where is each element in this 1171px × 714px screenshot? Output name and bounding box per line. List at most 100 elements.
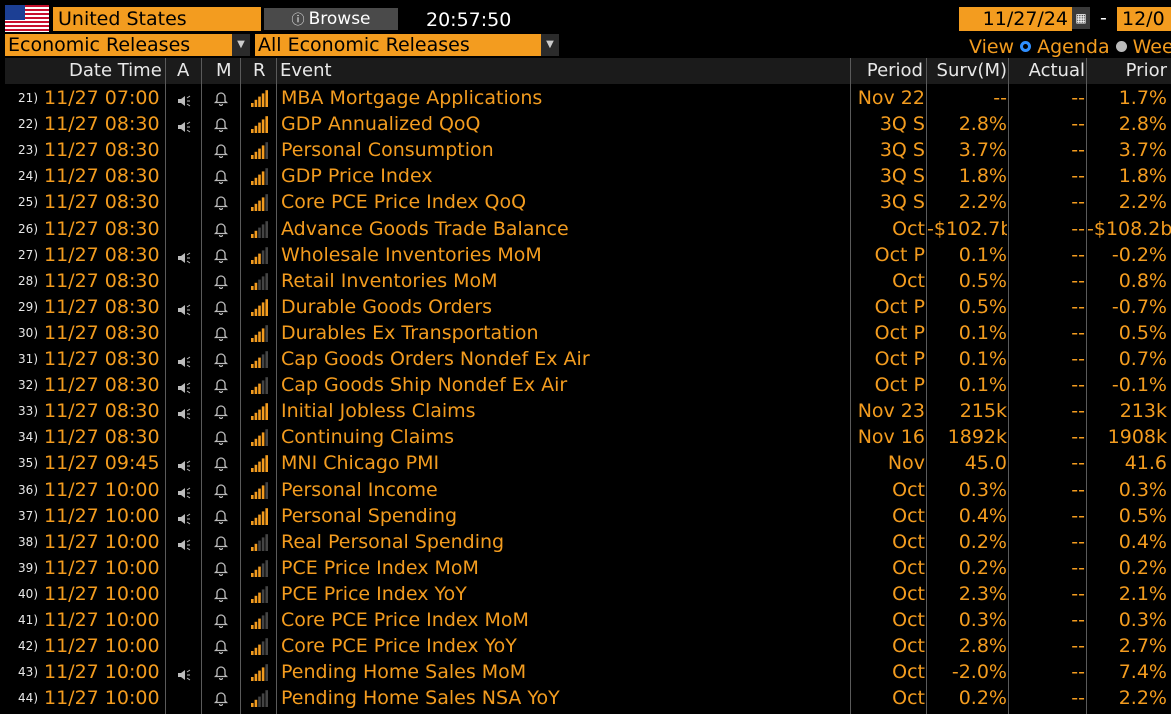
bell-icon[interactable] — [213, 90, 229, 107]
row-event[interactable]: Cap Goods Ship Nondef Ex Air — [281, 372, 567, 398]
speaker-icon[interactable] — [177, 249, 191, 264]
table-row[interactable]: 27) 11/27 08:30 Wholesale Inventories MoM O… — [0, 242, 1171, 268]
row-event[interactable]: Personal Consumption — [281, 137, 494, 163]
row-event[interactable]: Continuing Claims — [281, 424, 454, 450]
row-event[interactable]: Wholesale Inventories MoM — [281, 242, 542, 268]
col-actual[interactable]: Actual — [1009, 58, 1085, 84]
row-event[interactable]: GDP Price Index — [281, 163, 433, 189]
row-event[interactable]: Initial Jobless Claims — [281, 398, 476, 424]
row-event[interactable]: Pending Home Sales NSA YoY — [281, 685, 560, 711]
speaker-icon[interactable] — [177, 666, 191, 681]
bell-icon[interactable] — [213, 560, 229, 576]
bell-icon[interactable] — [213, 482, 229, 498]
bell-icon[interactable] — [213, 299, 229, 315]
row-event[interactable]: Durable Goods Orders — [281, 294, 492, 320]
calendar-icon[interactable]: ▦ — [1072, 7, 1090, 29]
table-row[interactable]: 33) 11/27 08:30 Initial Jobless Claims Nov … — [0, 398, 1171, 424]
view-option-agenda[interactable]: Agenda — [1037, 36, 1110, 58]
table-row[interactable]: 30) 11/27 08:30 Durables Ex Transportation… — [0, 320, 1171, 346]
bell-icon[interactable] — [213, 690, 229, 707]
table-row[interactable]: 29) 11/27 08:30 Durable Goods Orders Oct P 0… — [0, 294, 1171, 320]
bell-icon[interactable] — [213, 247, 229, 263]
table-row[interactable]: 25) 11/27 08:30 Core PCE Price Index QoQ 3Q… — [0, 189, 1171, 215]
country-field[interactable]: United States — [53, 7, 261, 31]
col-period[interactable]: Period — [850, 58, 923, 84]
speaker-icon[interactable] — [177, 405, 191, 420]
bell-icon[interactable] — [213, 403, 229, 420]
speaker-icon[interactable] — [177, 536, 191, 551]
bell-icon[interactable] — [213, 221, 229, 237]
bell-icon[interactable] — [213, 142, 229, 159]
col-m[interactable]: M — [216, 58, 232, 84]
bell-icon[interactable] — [213, 116, 229, 133]
row-event[interactable]: PCE Price Index MoM — [281, 555, 479, 581]
start-date-field[interactable]: 11/27/24 — [959, 7, 1072, 31]
speaker-icon[interactable] — [177, 353, 191, 368]
table-row[interactable]: 24) 11/27 08:30 GDP Price Index 3Q S 1.8% -- 1… — [0, 163, 1171, 189]
view-option-week[interactable]: Wee — [1133, 36, 1171, 58]
table-row[interactable]: 43) 11/27 10:00 Pending Home Sales MoM Oct -… — [0, 659, 1171, 685]
bell-icon[interactable] — [213, 455, 229, 472]
speaker-icon[interactable] — [177, 510, 191, 525]
table-row[interactable]: 41) 11/27 10:00 Core PCE Price Index MoM Oc… — [0, 607, 1171, 633]
table-row[interactable]: 35) 11/27 09:45 MNI Chicago PMI Nov 45.0 -- 41… — [0, 450, 1171, 476]
row-event[interactable]: Pending Home Sales MoM — [281, 659, 526, 685]
row-event[interactable]: Core PCE Price Index YoY — [281, 633, 517, 659]
row-event[interactable]: MBA Mortgage Applications — [281, 85, 542, 111]
row-event[interactable]: PCE Price Index YoY — [281, 581, 467, 607]
row-event[interactable]: Real Personal Spending — [281, 529, 504, 555]
table-row[interactable]: 34) 11/27 08:30 Continuing Claims Nov 16 189… — [0, 424, 1171, 450]
col-prior[interactable]: Prior — [1087, 58, 1167, 84]
col-r[interactable]: R — [253, 58, 266, 84]
bell-icon[interactable] — [213, 194, 229, 211]
bell-icon[interactable] — [213, 664, 229, 681]
speaker-icon[interactable] — [177, 118, 191, 133]
table-row[interactable]: 31) 11/27 08:30 Cap Goods Orders Nondef Ex… — [0, 346, 1171, 372]
row-event[interactable]: Personal Spending — [281, 503, 457, 529]
scope-dropdown[interactable]: All Economic Releases ▼ — [255, 34, 559, 56]
bell-icon[interactable] — [213, 612, 229, 629]
table-row[interactable]: 36) 11/27 10:00 Personal Income Oct 0.3% -- 0.… — [0, 477, 1171, 503]
speaker-icon[interactable] — [177, 484, 191, 498]
speaker-icon[interactable] — [177, 379, 191, 394]
bell-icon[interactable] — [213, 508, 229, 524]
table-row[interactable]: 42) 11/27 10:00 Core PCE Price Index YoY Oc… — [0, 633, 1171, 659]
bell-icon[interactable] — [213, 168, 229, 185]
browse-button[interactable]: ⓘ Browse — [264, 8, 398, 30]
table-row[interactable]: 21) 11/27 07:00 MBA Mortgage Applications N… — [0, 85, 1171, 111]
table-row[interactable]: 22) 11/27 08:30 GDP Annualized QoQ 3Q S 2.8%… — [0, 111, 1171, 137]
row-event[interactable]: Advance Goods Trade Balance — [281, 216, 569, 242]
radio-week[interactable] — [1115, 41, 1127, 52]
speaker-icon[interactable] — [177, 92, 191, 107]
row-event[interactable]: Cap Goods Orders Nondef Ex Air — [281, 346, 590, 372]
bell-icon[interactable] — [213, 377, 229, 394]
bell-icon[interactable] — [213, 325, 229, 341]
bell-icon[interactable] — [213, 534, 229, 550]
bell-icon[interactable] — [213, 351, 229, 368]
row-event[interactable]: GDP Annualized QoQ — [281, 111, 480, 137]
speaker-icon[interactable] — [177, 301, 191, 316]
col-event[interactable]: Event — [280, 58, 332, 84]
row-event[interactable]: Core PCE Price Index QoQ — [281, 189, 526, 215]
speaker-icon[interactable] — [177, 457, 191, 472]
table-row[interactable]: 23) 11/27 08:30 Personal Consumption 3Q S 3.… — [0, 137, 1171, 163]
col-date-time[interactable]: Date Time — [69, 58, 162, 84]
table-row[interactable]: 44) 11/27 10:00 Pending Home Sales NSA YoY… — [0, 685, 1171, 711]
col-survey[interactable]: Surv(M) — [927, 58, 1007, 84]
row-event[interactable]: MNI Chicago PMI — [281, 450, 439, 476]
bell-icon[interactable] — [213, 638, 229, 655]
row-event[interactable]: Durables Ex Transportation — [281, 320, 539, 346]
table-row[interactable]: 28) 11/27 08:30 Retail Inventories MoM Oct 0… — [0, 268, 1171, 294]
table-row[interactable]: 32) 11/27 08:30 Cap Goods Ship Nondef Ex A… — [0, 372, 1171, 398]
table-row[interactable]: 39) 11/27 10:00 PCE Price Index MoM Oct 0.2%… — [0, 555, 1171, 581]
end-date-field[interactable]: 12/0 — [1117, 7, 1171, 31]
bell-icon[interactable] — [213, 273, 229, 289]
table-row[interactable]: 26) 11/27 08:30 Advance Goods Trade Balanc… — [0, 216, 1171, 242]
table-row[interactable]: 37) 11/27 10:00 Personal Spending Oct 0.4% --… — [0, 503, 1171, 529]
bell-icon[interactable] — [213, 429, 229, 446]
table-row[interactable]: 40) 11/27 10:00 PCE Price Index YoY Oct 2.3%… — [0, 581, 1171, 607]
row-event[interactable]: Personal Income — [281, 477, 438, 503]
col-a[interactable]: A — [177, 58, 189, 84]
row-event[interactable]: Retail Inventories MoM — [281, 268, 498, 294]
category-dropdown[interactable]: Economic Releases ▼ — [5, 34, 250, 56]
